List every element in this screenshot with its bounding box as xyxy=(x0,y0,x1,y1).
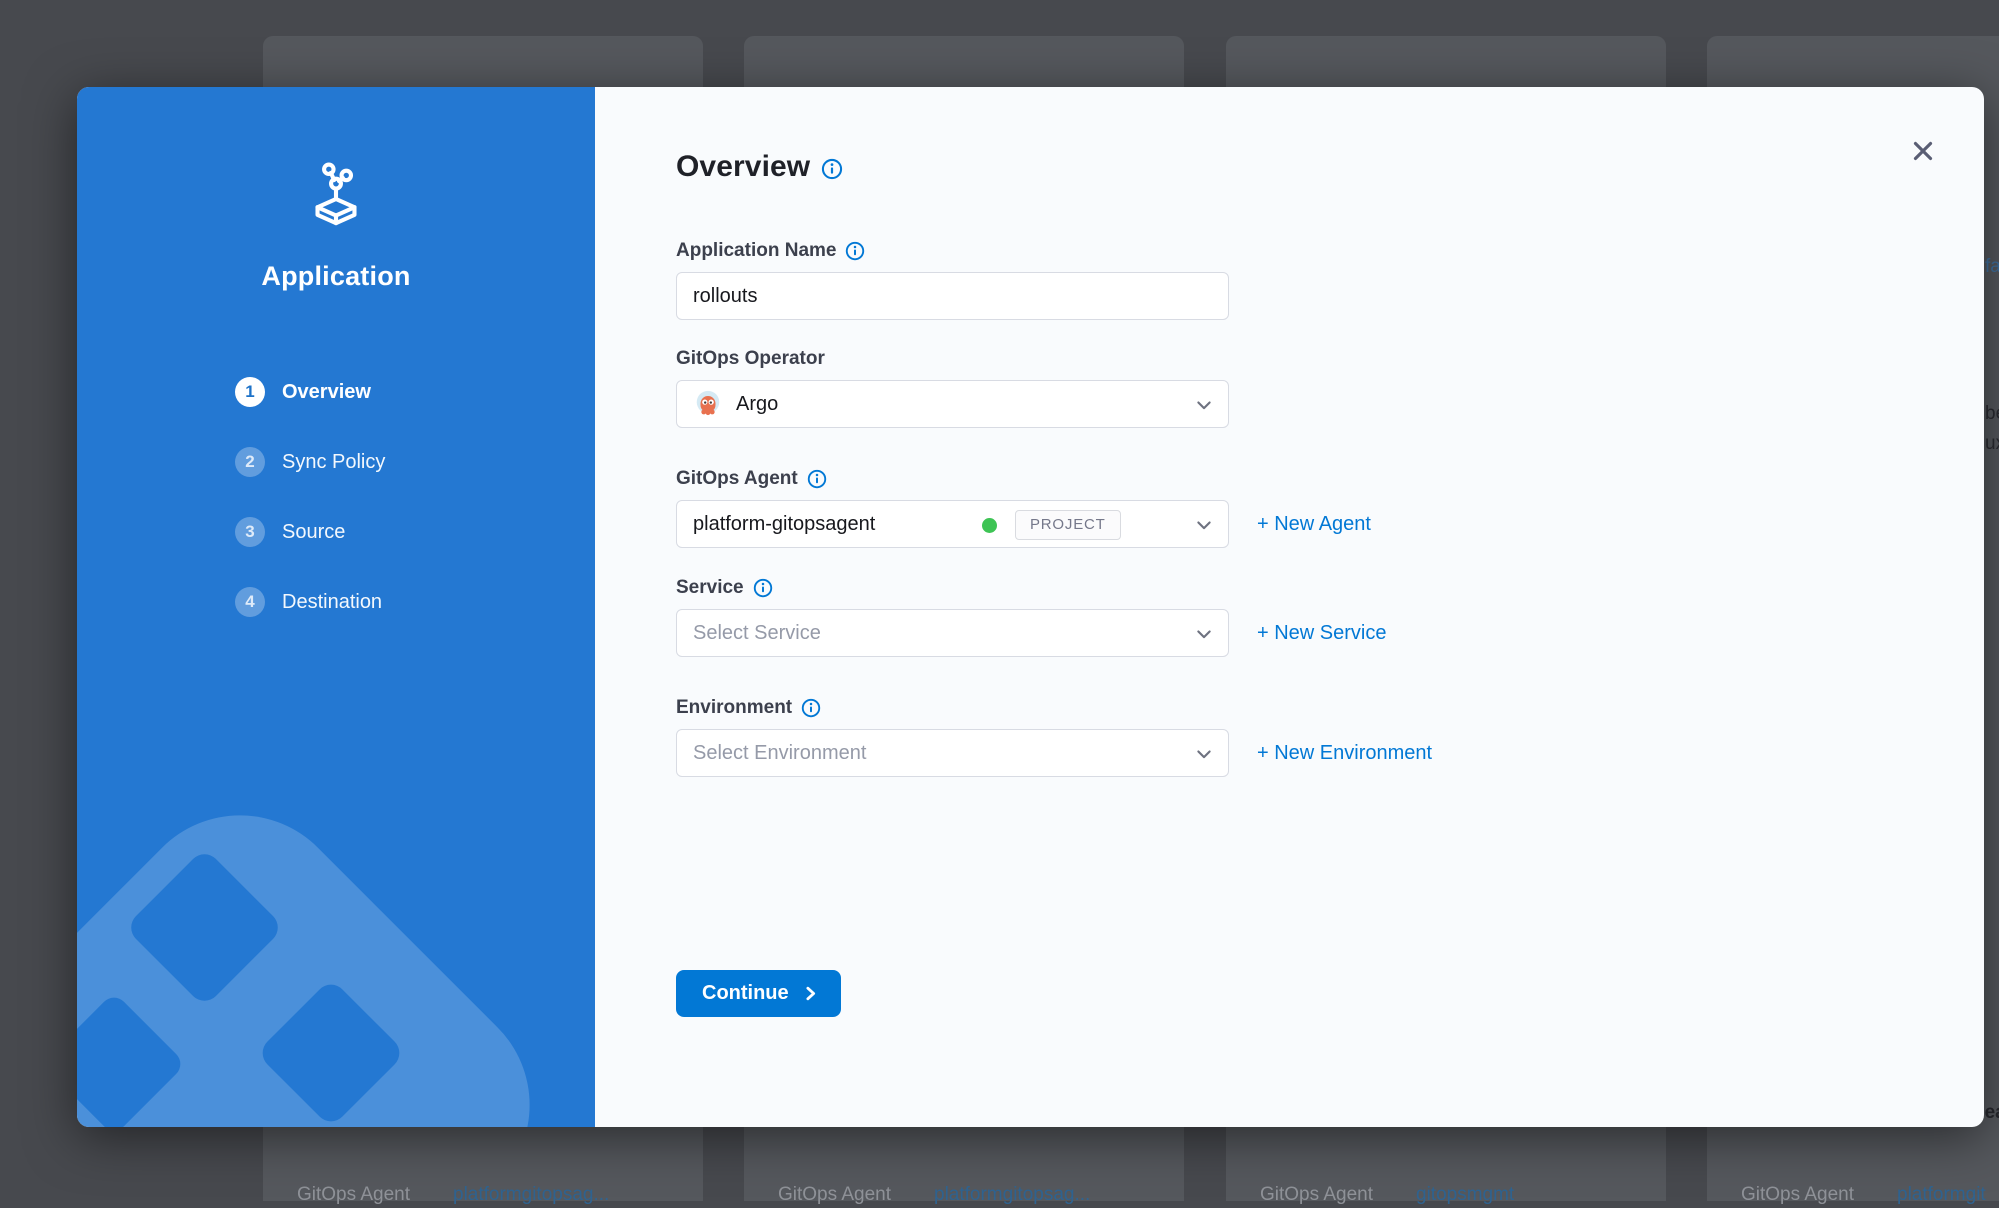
gitops-agent-label: GitOps Agent xyxy=(1260,1184,1373,1206)
step-number: 3 xyxy=(235,517,265,547)
info-icon[interactable] xyxy=(845,241,865,261)
step-number: 2 xyxy=(235,447,265,477)
step-label: Source xyxy=(282,521,345,544)
step-number: 1 xyxy=(235,377,265,407)
clipped-text-fragment: be xyxy=(1985,403,1999,425)
gitops-agent-select[interactable]: platform-gitopsagent PROJECT xyxy=(676,500,1229,548)
page-title: Overview xyxy=(676,150,810,184)
wizard-title: Application xyxy=(77,261,595,292)
gitops-agent-value: platformgit xyxy=(1897,1184,1986,1206)
environment-select[interactable]: Select Environment xyxy=(676,729,1229,777)
clipped-text-fragment: ux xyxy=(1985,433,1999,455)
continue-button[interactable]: Continue xyxy=(676,970,841,1017)
application-icon xyxy=(297,159,375,237)
chevron-down-icon xyxy=(1194,515,1214,535)
step-number: 4 xyxy=(235,587,265,617)
step-label: Destination xyxy=(282,591,382,614)
step-sync-policy[interactable]: 2 Sync Policy xyxy=(235,427,595,497)
service-placeholder: Select Service xyxy=(693,622,821,645)
gitops-agent-value: gitopsmgmt xyxy=(1416,1184,1514,1206)
service-label: Service xyxy=(676,577,744,599)
continue-label: Continue xyxy=(702,982,789,1005)
service-select[interactable]: Select Service xyxy=(676,609,1229,657)
gitops-agent-label: GitOps Agent xyxy=(778,1184,891,1206)
info-icon[interactable] xyxy=(801,698,821,718)
gitops-agent-value: platformgitopsag... xyxy=(934,1184,1090,1206)
gitops-agent-value: platform-gitopsagent xyxy=(693,513,875,536)
step-label: Sync Policy xyxy=(282,451,385,474)
new-agent-link[interactable]: + New Agent xyxy=(1257,513,1371,536)
wizard-sidebar: Application 1 Overview 2 Sync Policy 3 S… xyxy=(77,87,595,1127)
gitops-agent-label: GitOps Agent xyxy=(1741,1184,1854,1206)
chevron-down-icon xyxy=(1194,395,1214,415)
step-label: Overview xyxy=(282,381,371,404)
info-icon[interactable] xyxy=(807,469,827,489)
environment-label: Environment xyxy=(676,697,792,719)
clipped-text-fragment: fa xyxy=(1985,256,1999,278)
chevron-down-icon xyxy=(1194,624,1214,644)
environment-placeholder: Select Environment xyxy=(693,742,866,765)
gitops-operator-label: GitOps Operator xyxy=(676,348,825,370)
application-wizard-modal: Application 1 Overview 2 Sync Policy 3 S… xyxy=(77,87,1984,1127)
gitops-agent-label: GitOps Agent xyxy=(676,468,798,490)
gitops-operator-select[interactable]: Argo xyxy=(676,380,1229,428)
wizard-steps: 1 Overview 2 Sync Policy 3 Source 4 Dest… xyxy=(235,357,595,637)
application-name-label: Application Name xyxy=(676,240,836,262)
chevron-right-icon xyxy=(802,985,819,1002)
agent-scope-badge: PROJECT xyxy=(1015,510,1121,540)
new-service-link[interactable]: + New Service xyxy=(1257,622,1387,645)
step-destination[interactable]: 4 Destination xyxy=(235,567,595,637)
argo-icon xyxy=(693,389,723,419)
new-environment-link[interactable]: + New Environment xyxy=(1257,742,1432,765)
gitops-agent-value: platformgitopsag... xyxy=(453,1184,609,1206)
gitops-agent-label: GitOps Agent xyxy=(297,1184,410,1206)
chevron-down-icon xyxy=(1194,744,1214,764)
step-overview[interactable]: 1 Overview xyxy=(235,357,595,427)
close-icon[interactable] xyxy=(1910,138,1936,164)
info-icon[interactable] xyxy=(821,158,843,180)
wizard-content: Overview Application Name GitOps xyxy=(595,87,1984,1127)
step-source[interactable]: 3 Source xyxy=(235,497,595,567)
info-icon[interactable] xyxy=(753,578,773,598)
gitops-operator-value: Argo xyxy=(736,393,778,416)
application-name-input[interactable] xyxy=(676,272,1229,320)
agent-health-dot xyxy=(982,518,997,533)
